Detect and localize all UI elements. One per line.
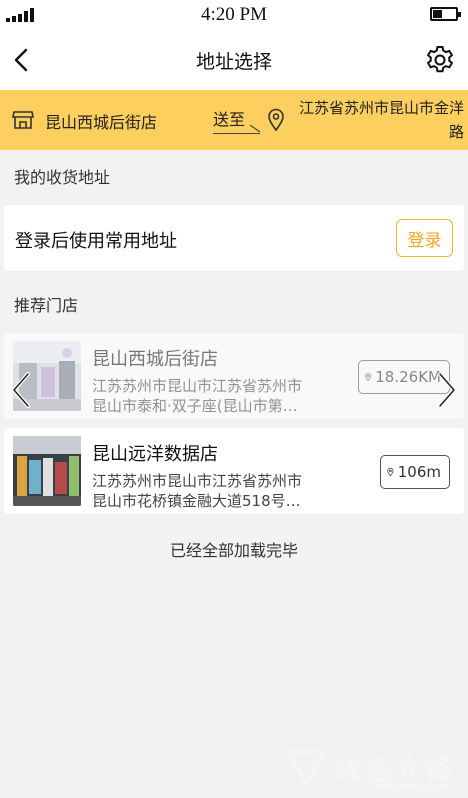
delivery-bar[interactable]: 昆山西城后街店 送至 江苏省苏州市昆山市金洋路 xyxy=(0,90,468,150)
login-button[interactable]: 登录 xyxy=(396,219,453,257)
status-time: 4:20 PM xyxy=(201,4,267,25)
distance-badge: 106m xyxy=(380,455,450,489)
section-recommended-stores: 推荐门店 xyxy=(14,296,79,315)
login-prompt: 登录后使用常用地址 xyxy=(15,231,177,252)
store-icon xyxy=(12,111,34,129)
store-name: 昆山远洋数据店 xyxy=(92,444,218,465)
store-thumbnail xyxy=(13,436,81,506)
current-store-name: 昆山西城后街店 xyxy=(45,113,158,132)
store-card[interactable]: 昆山西城后街店 江苏苏州市昆山市江苏省苏州市 昆山市泰和·双子座(昆山市第… 1… xyxy=(4,333,464,419)
distance-value: 18.26KM xyxy=(375,368,441,386)
delivery-address: 江苏省苏州市昆山市金洋路 xyxy=(298,99,464,141)
login-card: 登录后使用常用地址 登录 xyxy=(4,205,464,271)
watermark-icon xyxy=(285,750,326,788)
battery-icon xyxy=(430,7,461,21)
store-address: 江苏苏州市昆山市江苏省苏州市 昆山市花桥镇金融大道518号… xyxy=(92,472,303,510)
gear-icon[interactable] xyxy=(424,44,456,76)
chevron-left-icon[interactable] xyxy=(8,370,34,410)
location-pin-icon xyxy=(365,373,371,382)
store-card[interactable]: 昆山远洋数据店 江苏苏州市昆山市江苏省苏州市 昆山市花桥镇金融大道518号… 1… xyxy=(4,428,464,514)
watermark-url: www.greenxf.com xyxy=(371,782,452,792)
store-name: 昆山西城后街店 xyxy=(92,349,218,370)
status-bar: 4:20 PM xyxy=(0,0,468,30)
location-pin-icon xyxy=(268,108,284,132)
chevron-right-icon[interactable] xyxy=(434,370,460,410)
location-pin-icon xyxy=(387,467,394,477)
nav-bar: 地址选择 xyxy=(0,30,468,90)
arrow-right-icon xyxy=(250,125,261,133)
end-of-list-text: 已经全部加载完毕 xyxy=(169,541,298,560)
store-address: 江苏苏州市昆山市江苏省苏州市 昆山市泰和·双子座(昆山市第… xyxy=(92,377,303,415)
distance-value: 106m xyxy=(397,463,441,481)
section-my-address: 我的收货地址 xyxy=(14,168,111,187)
chevron-left-icon[interactable] xyxy=(10,47,36,73)
page-title: 地址选择 xyxy=(195,50,272,73)
signal-strength-icon xyxy=(6,8,34,22)
